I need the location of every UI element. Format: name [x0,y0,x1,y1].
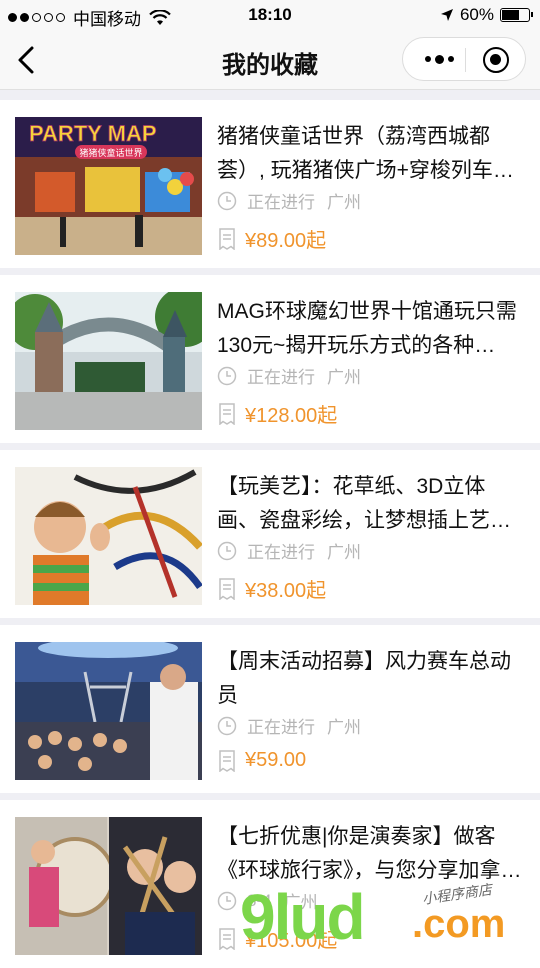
item-meta: 正在进行 广州 [217,188,361,213]
more-menu-icon[interactable] [415,38,463,80]
close-mini-program-icon[interactable] [483,47,509,73]
item-title[interactable]: 【玩美艺】：花草纸、3D立体画、瓷盘彩绘，让梦想插上艺… [217,470,525,538]
item-city: 广州 [283,893,318,912]
item-thumbnail [15,467,202,605]
ticket-icon [219,577,235,600]
ticket-icon [219,402,235,425]
battery-icon [500,8,533,22]
item-price: ¥105.00起 [245,930,338,952]
clock-icon [217,366,237,385]
item-title[interactable]: 【周末活动招募】风力赛车总动员 [217,645,525,713]
item-status: 正在进行 [247,543,315,562]
item-status: 正在进行 [247,193,315,212]
item-price: ¥89.00起 [245,230,327,252]
item-title[interactable]: MAG环球魔幻世界十馆通玩只需130元~揭开玩乐方式的各种… [217,295,525,363]
item-thumbnail [15,817,202,955]
nav-bar: 我的收藏 [0,30,540,90]
item-price-row: ¥128.00起 [217,399,337,428]
clock-icon [217,891,237,910]
item-price-row: ¥105.00起 [217,924,337,953]
mini-program-capsule [402,37,526,81]
battery-percent: 60% [459,5,494,24]
ticket-icon [219,227,235,250]
item-title[interactable]: 【七折优惠|你是演奏家】做客《环球旅行家》，与您分享加拿… [217,820,525,888]
party-sub-sign: 猪猪侠童话世界 [79,147,142,159]
battery-group: 60% [440,5,533,25]
item-thumbnail: PARTY MAP 猪猪侠童话世界 [15,117,202,255]
clock-icon [217,541,237,560]
list-item[interactable]: 【七折优惠|你是演奏家】做客《环球旅行家》，与您分享加拿… 8-4 广州 ¥10… [0,800,540,968]
item-price: ¥38.00起 [245,580,327,602]
clock-icon [217,191,237,210]
item-meta: 正在进行 广州 [217,713,361,738]
item-city: 广州 [327,543,361,562]
item-city: 广州 [327,193,361,212]
item-meta: 正在进行 广州 [217,363,361,388]
capsule-divider [465,48,466,72]
item-price: ¥128.00起 [245,405,338,427]
ticket-icon [219,927,235,950]
status-bar: 中国移动 18:10 60% [0,0,540,30]
list-item[interactable]: 【周末活动招募】风力赛车总动员 正在进行 广州 ¥59.00 [0,625,540,793]
ticket-icon [219,749,235,772]
item-price-row: ¥38.00起 [217,574,326,603]
clock-icon [217,716,237,735]
item-meta: 正在进行 广州 [217,538,361,563]
item-status: 8-4 [247,890,272,910]
item-status: 正在进行 [247,718,315,737]
item-price-row: ¥89.00起 [217,224,326,253]
item-thumbnail [15,292,202,430]
list-item[interactable]: 【玩美艺】：花草纸、3D立体画、瓷盘彩绘，让梦想插上艺… 正在进行 广州 ¥38… [0,450,540,618]
item-city: 广州 [327,368,361,387]
item-title[interactable]: 猪猪侠童话世界（荔湾西城都荟）, 玩猪猪侠广场+穿梭列车… [217,120,525,188]
item-thumbnail [15,642,202,780]
location-arrow-icon [440,9,453,21]
item-meta: 8-4 广州 [217,888,318,913]
item-price: ¥59.00 [245,749,307,771]
list-item[interactable]: MAG环球魔幻世界十馆通玩只需130元~揭开玩乐方式的各种… 正在进行 广州 ¥… [0,275,540,443]
item-city: 广州 [327,718,361,737]
party-map-sign: PARTY MAP [29,121,157,146]
item-status: 正在进行 [247,368,315,387]
item-price-row: ¥59.00 [217,749,306,772]
list-item[interactable]: PARTY MAP 猪猪侠童话世界 猪猪侠童话世界（荔湾西城都荟）, 玩猪猪侠广… [0,100,540,268]
